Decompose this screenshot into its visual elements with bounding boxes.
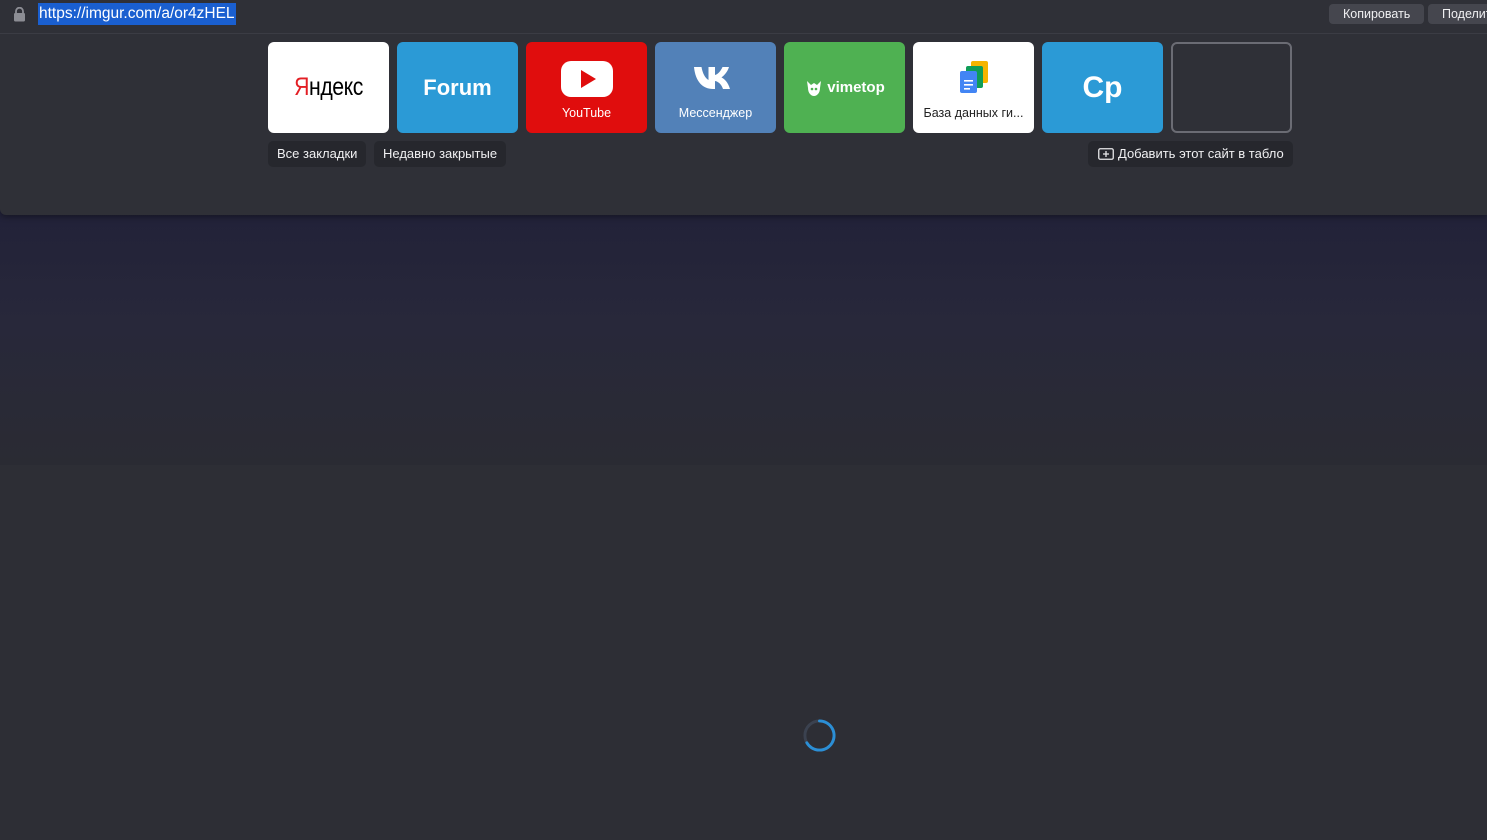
tile-messenger[interactable]: Мессенджер	[655, 42, 776, 133]
recently-closed-button[interactable]: Недавно закрытые	[374, 141, 507, 167]
yandex-logo-rest: ндекс	[308, 73, 363, 101]
vimetop-logo: vimetop	[804, 79, 885, 97]
tile-vimetop-title: vimetop	[827, 79, 885, 96]
copy-url-button[interactable]: Копировать	[1329, 4, 1425, 24]
tile-youtube-label: YouTube	[561, 106, 612, 120]
add-to-board-icon	[1098, 148, 1114, 160]
browser-viewport: https://imgur.com/a/or4zHEL Копировать П…	[0, 0, 1487, 840]
vimetop-logo-icon	[807, 80, 822, 96]
share-button[interactable]: Поделиться	[1428, 4, 1487, 24]
tile-cp[interactable]: Cp	[1042, 42, 1163, 133]
lock-icon[interactable]	[13, 7, 26, 22]
tile-vimetop[interactable]: vimetop	[784, 42, 905, 133]
tile-empty-slot[interactable]	[1171, 42, 1292, 133]
tile-forum[interactable]: Forum	[397, 42, 518, 133]
tile-database-label: База данных ги...	[923, 106, 1024, 120]
vk-logo-icon	[693, 66, 730, 89]
loading-spinner-icon	[803, 719, 836, 752]
all-bookmarks-button[interactable]: Все закладки	[268, 141, 367, 167]
add-site-to-board-button[interactable]: Добавить этот сайт в табло	[1088, 141, 1293, 167]
tile-database[interactable]: База данных ги...	[913, 42, 1034, 133]
tile-forum-title: Forum	[423, 74, 492, 100]
tile-messenger-label: Мессенджер	[678, 106, 753, 120]
google-docs-icon	[959, 60, 988, 93]
tile-cp-title: Cp	[1082, 70, 1123, 104]
address-dropdown-panel: https://imgur.com/a/or4zHEL Копировать П…	[0, 0, 1487, 215]
tile-youtube[interactable]: YouTube	[526, 42, 647, 133]
address-bar[interactable]: https://imgur.com/a/or4zHEL Копировать П…	[0, 0, 1487, 34]
url-input[interactable]: https://imgur.com/a/or4zHEL	[38, 3, 236, 25]
add-site-label: Добавить этот сайт в табло	[1118, 146, 1284, 161]
tile-yandex[interactable]: Яндекс	[268, 42, 389, 133]
speed-dial-tiles: Яндекс Forum YouTube Мессенджер vimetop …	[268, 42, 1298, 133]
youtube-logo-icon	[560, 60, 613, 97]
yandex-logo: Яндекс	[294, 73, 363, 101]
page-content-area	[0, 465, 1487, 840]
